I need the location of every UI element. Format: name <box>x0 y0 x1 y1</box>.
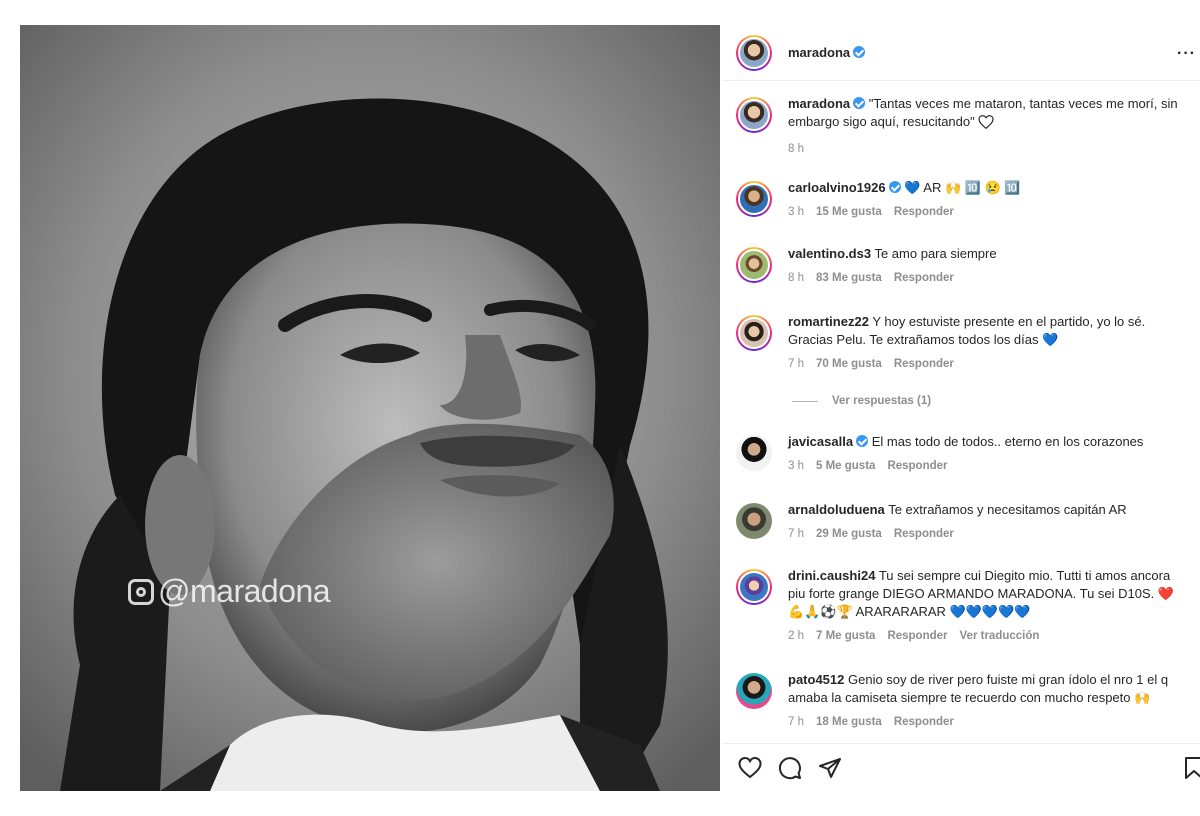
post-side-panel: maradona ··· maradona "Tantas veces me m… <box>722 25 1200 791</box>
comments-list[interactable]: maradona "Tantas veces me mataron, tanta… <box>722 81 1200 743</box>
commenter-avatar[interactable] <box>736 569 772 605</box>
reply-button[interactable]: Responder <box>894 269 954 287</box>
verified-badge-icon <box>856 435 869 447</box>
comment-username[interactable]: drini.caushi24 <box>788 568 875 583</box>
verified-badge-icon <box>853 46 866 58</box>
verified-badge-icon <box>888 181 901 193</box>
replies-divider <box>792 400 818 402</box>
comment-username[interactable]: romartinez22 <box>788 314 869 329</box>
bookmark-icon[interactable] <box>1184 756 1200 780</box>
commenter-avatar[interactable] <box>736 181 772 217</box>
comment-username[interactable]: javicasalla <box>788 434 869 449</box>
verified-badge-icon <box>853 97 866 109</box>
author-avatar[interactable] <box>736 97 772 133</box>
comment-text: Genio soy de river pero fuiste mi gran í… <box>788 672 1169 705</box>
comment-time: 7 h <box>788 528 804 540</box>
comment-text: 💙 AR 🙌 🔟 😢 🔟 <box>904 180 1021 195</box>
comment-username[interactable]: valentino.ds3 <box>788 246 871 261</box>
comment-text: Te amo para siempre <box>874 246 997 261</box>
comment-time: 7 h <box>788 716 804 728</box>
commenter-avatar[interactable] <box>736 503 772 539</box>
comment-username[interactable]: pato4512 <box>788 672 844 687</box>
translate-button[interactable]: Ver traducción <box>960 627 1040 645</box>
comment-time: 8 h <box>788 272 804 284</box>
view-replies-button[interactable]: Ver respuestas (1) <box>792 395 931 407</box>
watermark-text: @maradona <box>158 573 331 609</box>
comment-item: carloalvino1926 💙 AR 🙌 🔟 😢 🔟 3 h 15 Me g… <box>736 179 1198 221</box>
commenter-avatar[interactable] <box>736 315 772 351</box>
author-username[interactable]: maradona <box>788 45 866 60</box>
reply-button[interactable]: Responder <box>894 713 954 731</box>
comment-username[interactable]: carloalvino1926 <box>788 180 901 195</box>
reply-button[interactable]: Responder <box>894 355 954 373</box>
commenter-avatar[interactable] <box>736 435 772 471</box>
comment-item: valentino.ds3 Te amo para siempre 8 h 83… <box>736 245 1198 287</box>
comment-likes[interactable]: 70 Me gusta <box>816 355 882 373</box>
watermark: @maradona <box>128 573 331 610</box>
more-options-icon[interactable]: ··· <box>1177 45 1196 63</box>
comment-likes[interactable]: 83 Me gusta <box>816 269 882 287</box>
comment-time: 7 h <box>788 358 804 370</box>
share-icon[interactable] <box>818 756 842 780</box>
comment-time: 3 h <box>788 460 804 472</box>
caption-time: 8 h <box>788 143 804 155</box>
caption-username[interactable]: maradona <box>788 96 866 111</box>
comment-likes[interactable]: 18 Me gusta <box>816 713 882 731</box>
comment-text: El mas todo de todos.. eterno en los cor… <box>871 434 1144 449</box>
instagram-post-frame: @maradona maradona ··· maradona "Tantas … <box>0 0 1200 816</box>
comment-likes[interactable]: 7 Me gusta <box>816 627 875 645</box>
comment-icon[interactable] <box>778 756 802 780</box>
comment-likes[interactable]: 29 Me gusta <box>816 525 882 543</box>
view-replies-label[interactable]: Ver respuestas (1) <box>832 395 931 407</box>
comment-likes[interactable]: 5 Me gusta <box>816 457 875 475</box>
comment-item: romartinez22 Y hoy estuviste presente en… <box>736 313 1198 373</box>
post-photo[interactable]: @maradona <box>20 25 720 791</box>
portrait-image <box>20 25 720 791</box>
reply-button[interactable]: Responder <box>887 627 947 645</box>
comment-item: arnaldoluduena Te extrañamos y necesitam… <box>736 501 1198 543</box>
comment-username[interactable]: arnaldoluduena <box>788 502 885 517</box>
reply-button[interactable]: Responder <box>894 525 954 543</box>
author-avatar[interactable] <box>736 34 772 71</box>
comment-time: 3 h <box>788 206 804 218</box>
reply-button[interactable]: Responder <box>887 457 947 475</box>
comment-item: javicasalla El mas todo de todos.. etern… <box>736 433 1198 475</box>
comment-item: drini.caushi24 Tu sei sempre cui Diegito… <box>736 567 1198 645</box>
comment-time: 2 h <box>788 630 804 642</box>
heart-icon[interactable] <box>738 756 762 780</box>
reply-button[interactable]: Responder <box>894 203 954 221</box>
commenter-avatar[interactable] <box>736 247 772 283</box>
comment-text: Te extrañamos y necesitamos capitán AR <box>888 502 1127 517</box>
action-bar <box>722 743 1200 791</box>
heart-outline-icon[interactable] <box>978 115 994 134</box>
comment-item: pato4512 Genio soy de river pero fuiste … <box>736 671 1198 731</box>
post-header: maradona ··· <box>722 25 1200 81</box>
commenter-avatar[interactable] <box>736 673 772 709</box>
comment-likes[interactable]: 15 Me gusta <box>816 203 882 221</box>
caption: maradona "Tantas veces me mataron, tanta… <box>736 95 1198 158</box>
instagram-logo-icon <box>128 578 154 605</box>
